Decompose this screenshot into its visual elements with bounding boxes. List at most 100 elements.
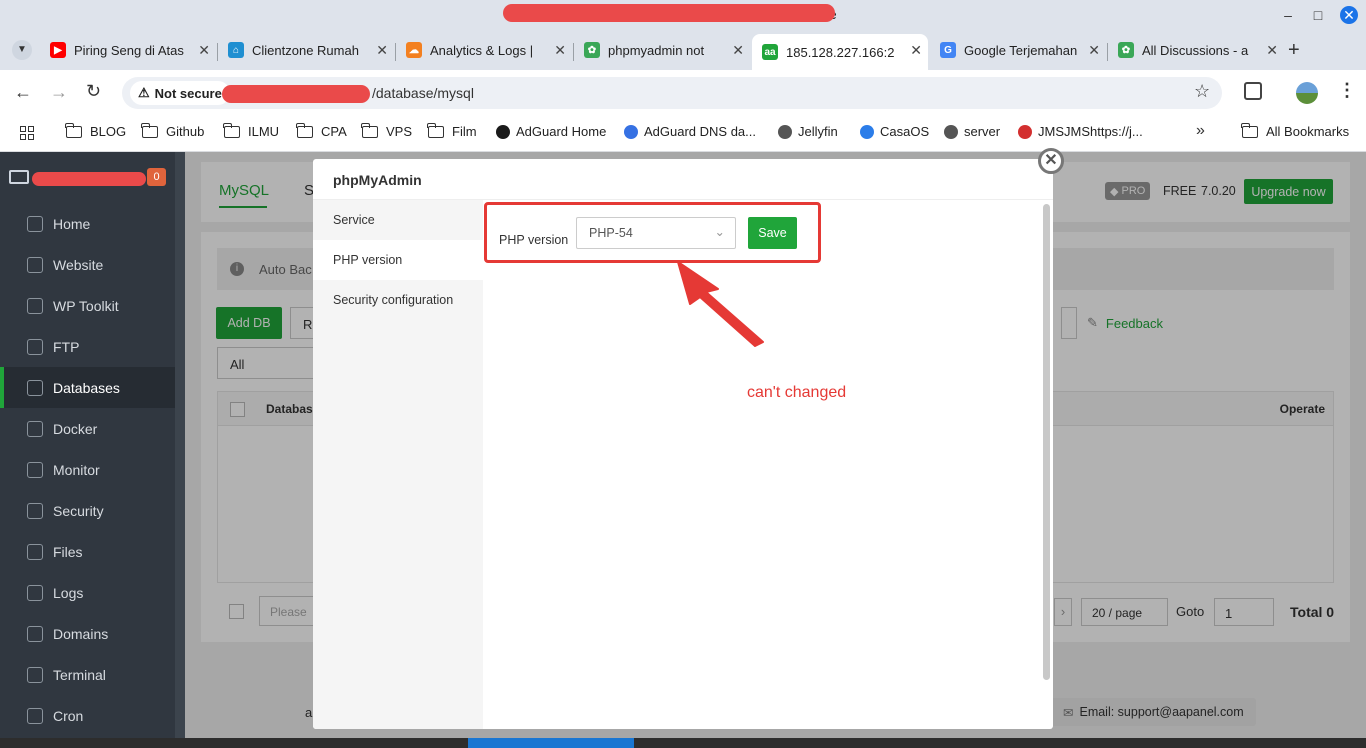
bookmark-item[interactable]: VPS	[361, 122, 412, 139]
bookmark-label: BLOG	[90, 124, 127, 139]
bookmark-item[interactable]: Jellyfin	[778, 124, 838, 139]
redaction-mark	[503, 4, 835, 22]
close-window-icon[interactable]: ✕	[1340, 6, 1358, 24]
bookmark-favicon-icon	[860, 124, 874, 139]
tab-label: Piring Seng di Atas	[74, 42, 184, 58]
sidebar-item-home[interactable]: Home	[0, 203, 175, 244]
bookmark-favicon-icon	[496, 124, 510, 139]
close-tab-icon[interactable]: ✕	[1266, 42, 1278, 59]
bookmark-label: AdGuard DNS da...	[644, 124, 756, 139]
sidebar-item-label: Databases	[53, 379, 120, 396]
sidebar-item-monitor[interactable]: Monitor	[0, 449, 175, 490]
sidebar-item-label: Security	[53, 502, 104, 519]
sidebar-item-logs[interactable]: Logs	[0, 572, 175, 613]
tab-item[interactable]: ⌂ Clientzone Rumah ✕	[218, 34, 394, 66]
sidebar-item-wp-toolkit[interactable]: WP Toolkit	[0, 285, 175, 326]
tab-item[interactable]: aa 185.128.227.166:2 ✕	[752, 34, 928, 70]
bookmark-item[interactable]: CPA	[296, 122, 347, 139]
tab-item[interactable]: ☁ Analytics & Logs | ✕	[396, 34, 572, 66]
address-bar[interactable]: ⚠ Not secure /database/mysql ☆	[122, 77, 1222, 109]
bookmark-item[interactable]: CasaOS	[860, 124, 929, 139]
tab-label: Analytics & Logs |	[430, 42, 534, 58]
bookmark-item[interactable]: AdGuard Home	[496, 124, 606, 139]
bookmark-favicon-icon	[624, 124, 638, 139]
minimize-icon[interactable]: –	[1279, 6, 1297, 24]
wp-toolkit-icon	[27, 297, 43, 314]
sidebar-item-terminal[interactable]: Terminal	[0, 654, 175, 695]
profile-avatar[interactable]	[1296, 82, 1318, 104]
extensions-puzzle-icon[interactable]	[1244, 82, 1262, 100]
sidebar-item-security[interactable]: Security	[0, 490, 175, 531]
dialog-tab-php-version[interactable]: PHP version	[313, 240, 483, 280]
sidebar-item-label: Monitor	[53, 461, 100, 478]
tab-favicon-icon: ☁	[406, 42, 422, 58]
folder-icon	[361, 122, 378, 138]
close-tab-icon[interactable]: ✕	[198, 42, 210, 59]
apps-grid-icon[interactable]	[20, 126, 34, 140]
bookmark-favicon-icon	[778, 124, 792, 139]
bookmark-item[interactable]: Github	[141, 122, 204, 139]
sidebar-item-label: Cron	[53, 707, 84, 724]
close-tab-icon[interactable]: ✕	[732, 42, 744, 59]
terminal-icon	[27, 666, 43, 683]
sidebar-item-ftp[interactable]: FTP	[0, 326, 175, 367]
tab-item[interactable]: ▶ Piring Seng di Atas ✕	[40, 34, 216, 66]
tab-item[interactable]: ✿ All Discussions - a ✕	[1108, 34, 1284, 66]
files-icon	[27, 543, 43, 560]
close-tab-icon[interactable]: ✕	[554, 42, 566, 59]
warning-triangle-icon: ⚠	[138, 85, 150, 100]
dialog-title: phpMyAdmin	[313, 159, 1053, 200]
notification-badge[interactable]: 0	[147, 168, 166, 186]
bookmark-label: CPA	[321, 124, 347, 139]
tab-label: Google Terjemahan	[964, 42, 1078, 58]
bookmark-item[interactable]: AdGuard DNS da...	[624, 124, 756, 139]
sidebar-item-website[interactable]: Website	[0, 244, 175, 285]
bookmark-star-icon[interactable]: ☆	[1194, 81, 1210, 102]
folder-icon	[223, 122, 240, 138]
bookmarks-overflow[interactable]: »	[1196, 122, 1205, 140]
close-tab-icon[interactable]: ✕	[376, 42, 388, 59]
security-chip[interactable]: ⚠ Not secure	[130, 81, 230, 105]
dialog-tab-service[interactable]: Service	[313, 200, 483, 240]
tab-item[interactable]: G Google Terjemahan ✕	[930, 34, 1106, 66]
tab-label: All Discussions - a	[1142, 42, 1249, 58]
bookmark-item[interactable]: Film	[427, 122, 477, 139]
bookmark-item[interactable]: BLOG	[65, 122, 127, 139]
tab-search-chevron-down-icon[interactable]: ▼	[12, 40, 32, 60]
close-dialog-icon[interactable]: ✕	[1038, 148, 1064, 174]
close-tab-icon[interactable]: ✕	[1088, 42, 1100, 59]
logs-icon	[27, 584, 43, 601]
folder-icon	[296, 122, 313, 138]
new-tab-plus-icon[interactable]: +	[1288, 39, 1300, 62]
bookmark-item[interactable]: ILMU	[223, 122, 280, 139]
dialog-tab-security-configuration[interactable]: Security configuration	[313, 280, 483, 320]
reload-icon[interactable]: ↻	[86, 81, 101, 102]
sidebar-item-cron[interactable]: Cron	[0, 695, 175, 736]
folder-icon	[65, 122, 82, 138]
redaction-mark	[32, 172, 146, 186]
sidebar-item-docker[interactable]: Docker	[0, 408, 175, 449]
bookmark-label: AdGuard Home	[516, 124, 607, 139]
bookmark-item[interactable]: server	[944, 124, 1000, 139]
tab-favicon-icon: ⌂	[228, 42, 244, 58]
tab-favicon-icon: ✿	[1118, 42, 1134, 58]
sidebar-item-files[interactable]: Files	[0, 531, 175, 572]
sidebar-item-label: Logs	[53, 584, 84, 601]
bookmark-label: ILMU	[248, 124, 280, 139]
tab-label: 185.128.227.166:2	[786, 44, 895, 60]
all-bookmarks[interactable]: All Bookmarks	[1241, 122, 1349, 139]
tab-item[interactable]: ✿ phpmyadmin not ✕	[574, 34, 750, 66]
sidebar-item-label: Docker	[53, 420, 98, 437]
maximize-icon[interactable]: □	[1309, 6, 1327, 24]
forward-arrow-icon[interactable]: →	[50, 82, 68, 103]
dialog-scrollbar[interactable]	[1043, 204, 1050, 680]
back-arrow-icon[interactable]: ←	[14, 82, 32, 103]
taskbar-active-app[interactable]	[468, 738, 634, 748]
sidebar-item-domains[interactable]: Domains	[0, 613, 175, 654]
os-taskbar	[0, 738, 1366, 748]
menu-kebab-icon[interactable]: ⋮	[1338, 80, 1356, 101]
tab-favicon-icon: G	[940, 42, 956, 58]
bookmark-item[interactable]: JMSJMShttps://j...	[1018, 124, 1143, 139]
sidebar-item-databases[interactable]: Databases	[0, 367, 175, 408]
close-tab-icon[interactable]: ✕	[910, 42, 922, 59]
